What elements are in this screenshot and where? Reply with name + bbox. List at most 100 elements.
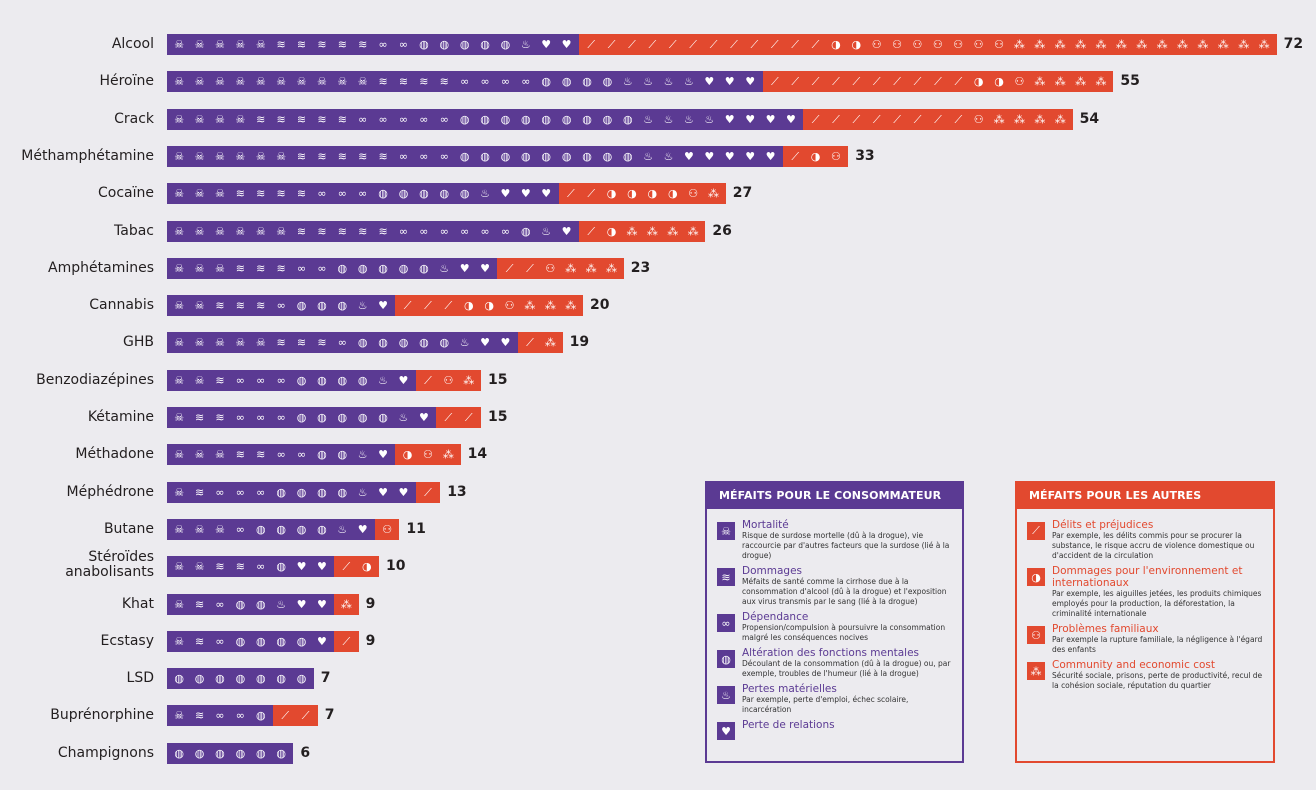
dependence-icon: ∞ xyxy=(296,448,307,462)
crime-icon: ⟋ xyxy=(791,75,800,89)
family-icon: ⚇ xyxy=(932,38,943,51)
family-icon: ⚇ xyxy=(423,448,433,462)
mortality-icon: ☠ xyxy=(174,299,185,313)
score-label: 9 xyxy=(365,595,376,612)
community-icon: ⁂ xyxy=(1034,38,1046,51)
mental-icon: ◍ xyxy=(521,112,531,126)
dependence-icon: ∞ xyxy=(256,485,266,499)
loss_relationships-icon: ♥ xyxy=(765,149,776,163)
bar-segment-others: ⟋ ⚇ ⁂ xyxy=(415,369,481,391)
damage-icon: ≋ xyxy=(296,187,307,201)
stacked-bar: ◍ ◍ ◍ ◍ ◍ ◍ xyxy=(167,742,294,764)
mortality-icon: ☠ xyxy=(194,299,205,313)
mental-icon: ◍ xyxy=(255,746,266,760)
damage-icon: ≋ xyxy=(317,149,327,163)
mortality-icon: ☠ xyxy=(235,336,246,350)
dependence-icon: ∞ xyxy=(235,411,245,424)
mental-icon: ◍ xyxy=(582,112,592,126)
legend-others-harms: MÉFAITS POUR LES AUTRES ⟋ Délits et préju… xyxy=(1015,481,1275,763)
mental-icon: ◍ xyxy=(561,149,572,163)
loss_tangibles-icon: ♨ xyxy=(684,112,694,126)
mental-icon: ◍ xyxy=(541,75,552,89)
legend-item: ☠ Mortalité Risque de surdose mortelle (dû… xyxy=(707,519,962,561)
environment-icon: ◑ xyxy=(1027,568,1045,586)
crime-icon: ⟋ xyxy=(791,38,799,51)
mental-icon: ◍ xyxy=(215,746,225,760)
crime-icon: ⟋ xyxy=(526,336,534,350)
mental-icon: ◍ xyxy=(398,187,409,201)
mortality-icon: ☠ xyxy=(194,522,205,536)
category-label: Buprénorphine xyxy=(50,707,154,724)
mental-icon: ◍ xyxy=(419,261,429,275)
mental-icon: ◍ xyxy=(255,634,266,648)
bar-segment-others: ⟋ ⟋ ⟋ ⟋ ⟋ ⟋ ⟋ ⟋ ⟋ ⟋ ◑ ◑ ⚇ ⁂ ⁂ ⁂ ⁂ xyxy=(762,71,1114,93)
crime-icon: ⟋ xyxy=(811,112,820,126)
stacked-bar: ☠ ☠ ☠ ∞ ◍ ◍ ◍ ◍ ♨ ♥ ⚇ xyxy=(167,518,400,540)
category-label: Cocaïne xyxy=(98,185,154,202)
score-label: 55 xyxy=(1120,73,1140,90)
mental-icon: ◍ xyxy=(480,112,490,126)
mental-icon: ◍ xyxy=(317,299,327,313)
score-label: 20 xyxy=(590,297,610,314)
legend-text: Dommages pour l'environnement et interna… xyxy=(1052,565,1263,619)
community-icon: ⁂ xyxy=(442,448,454,462)
mortality-icon: ☠ xyxy=(215,38,225,51)
legend-text: Problèmes familiaux Par exemple la ruptur… xyxy=(1052,623,1263,655)
chart-row: Alcool ☠ ☠ ☠ ☠ ☠ ≋ ≋ ≋ ≋ ≋ ∞ ∞ ◍ ◍ ◍ ◍ ◍ ♨ ♥ ♥ ⟋ ⟋ ⟋ ⟋ ⟋ ⟋ ⟋ ⟋ ⟋ ⟋ ⟋ ⟋ ◑ ◑… xyxy=(0,34,1316,56)
legend-item-desc: Par exemple, les aiguilles jetées, les p… xyxy=(1052,589,1262,618)
bar-segment-user: ☠ ☠ ☠ ☠ ☠ ☠ ≋ ≋ ≋ ≋ ≋ ∞ ∞ ∞ ∞ ∞ ∞ ◍ ♨ ♥ xyxy=(167,220,579,242)
community-icon: ⁂ xyxy=(1027,662,1045,680)
family-icon: ⚇ xyxy=(443,373,454,387)
damage-icon: ≋ xyxy=(194,485,205,499)
community-icon: ⁂ xyxy=(544,336,556,350)
mortality-icon: ☠ xyxy=(235,112,246,126)
environment-icon: ◑ xyxy=(647,187,658,201)
mental-icon: ◍ xyxy=(378,336,388,350)
loss_relationships-icon: ♥ xyxy=(561,38,572,51)
damage-icon: ≋ xyxy=(235,448,245,462)
mental-icon: ◍ xyxy=(276,522,286,536)
legend-text: Perte de relations xyxy=(742,719,952,740)
bar-segment-user: ☠ ≋ ≋ ∞ ∞ ∞ ◍ ◍ ◍ ◍ ◍ ♨ ♥ xyxy=(167,407,437,428)
damage-icon: ≋ xyxy=(358,149,368,163)
mental-icon: ◍ xyxy=(296,485,307,499)
mental-icon: ◍ xyxy=(419,336,429,350)
family-icon: ⚇ xyxy=(912,38,923,51)
score-label: 27 xyxy=(732,185,753,202)
bar-segment-others: ⚇ xyxy=(375,518,400,540)
mental-icon: ◍ xyxy=(296,522,307,536)
score-label: 7 xyxy=(324,707,335,724)
loss_relationships-icon: ♥ xyxy=(418,411,429,424)
bar-segment-others: ⟋ ◑ ⚇ xyxy=(783,145,849,167)
mental-icon: ◍ xyxy=(357,373,368,387)
loss_tangibles-icon: ♨ xyxy=(643,149,654,163)
loss_tangibles-icon: ♨ xyxy=(684,75,694,89)
legend-text: Altération des fonctions mentales Découla… xyxy=(742,647,952,679)
dependence-icon: ∞ xyxy=(317,261,327,275)
crime-icon: ⟋ xyxy=(872,75,881,89)
legend-item-title: Dépendance xyxy=(742,611,809,623)
mortality-icon: ☠ xyxy=(174,485,185,499)
mental-icon: ◍ xyxy=(602,149,613,163)
community-icon: ⁂ xyxy=(1156,38,1168,51)
crime-icon: ⟋ xyxy=(913,112,922,126)
stacked-bar: ☠ ≋ ∞ ◍ ◍ ◍ ◍ ♥ ⟋ xyxy=(167,630,359,652)
family-icon: ⚇ xyxy=(1027,626,1045,644)
score-label: 26 xyxy=(712,222,732,239)
dependence-icon: ∞ xyxy=(419,112,429,126)
mortality-icon: ☠ xyxy=(276,75,287,89)
bar-segment-user: ☠ ☠ ☠ ≋ ≋ ≋ ∞ ∞ ◍ ◍ ◍ ◍ ◍ ♨ ♥ ♥ xyxy=(167,257,498,279)
dependence-icon: ∞ xyxy=(378,38,388,51)
environment-icon: ◑ xyxy=(973,75,984,89)
crime-icon: ⟋ xyxy=(444,299,453,313)
loss_tangibles-icon: ♨ xyxy=(398,411,409,424)
mental-icon: ◍ xyxy=(602,75,613,89)
legend-item-desc: Propension/compulsion à poursuivre la co… xyxy=(742,623,946,642)
legend-others-title: MÉFAITS POUR LES AUTRES xyxy=(1017,483,1273,509)
bar-segment-others: ⟋ ⟋ ⟋ ◑ ◑ ⚇ ⁂ ⁂ ⁂ xyxy=(395,295,583,317)
loss_tangibles-icon: ♨ xyxy=(439,261,450,275)
damage-icon: ≋ xyxy=(235,560,245,574)
damage-icon: ≋ xyxy=(276,261,286,275)
legend-item-desc: Sécurité sociale, prisons, perte de prod… xyxy=(1052,671,1263,690)
category-label: Tabac xyxy=(114,222,154,239)
